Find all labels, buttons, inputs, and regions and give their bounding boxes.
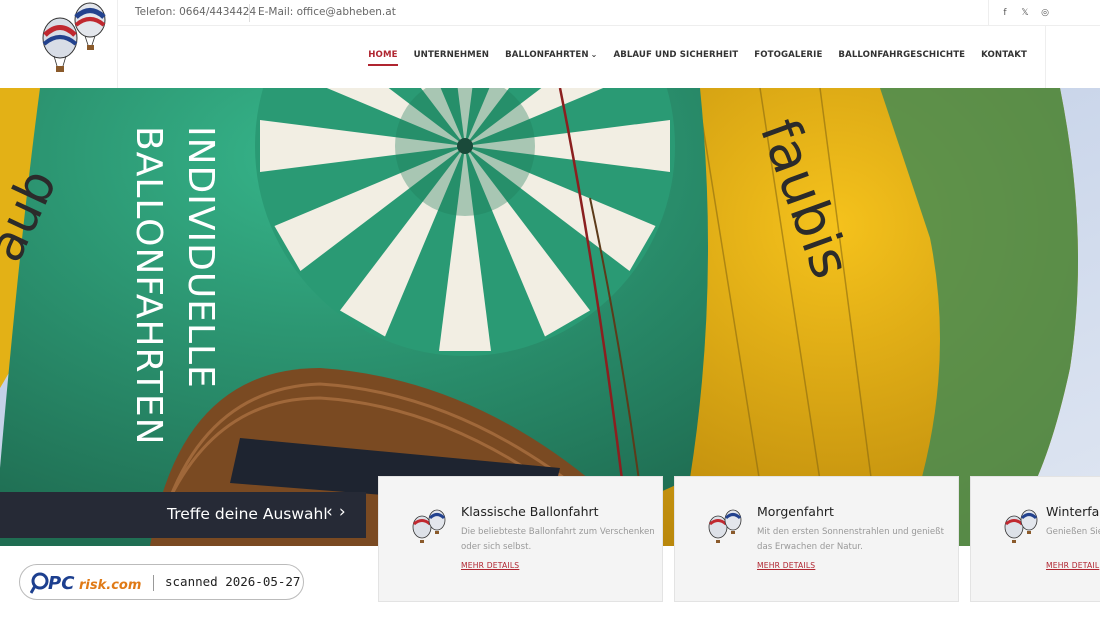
mehr-details-link[interactable]: MEHR DETAILS — [461, 561, 519, 570]
site-header: Telefon: 0664/4434424 E-Mail: office@abh… — [0, 0, 1100, 88]
facebook-icon[interactable]: f — [995, 8, 1015, 18]
instagram-icon[interactable]: ◎ — [1035, 8, 1055, 18]
card-description: Genießen Sie Alpenvorland — [1046, 527, 1100, 537]
card-description: Mit den ersten Sonnenstrahlen und genieß… — [757, 527, 944, 552]
ride-card[interactable]: Morgenfahrt Mit den ersten Sonnenstrahle… — [674, 476, 959, 602]
balloon-icon — [412, 509, 446, 543]
nav-item-kontakt[interactable]: KONTAKT — [981, 50, 1027, 60]
balloon-logo-icon — [42, 2, 106, 72]
next-arrow-icon[interactable]: › — [339, 502, 352, 522]
nav-item-geschichte[interactable]: BALLONFAHRGESCHICHTE — [838, 50, 965, 60]
nav-item-unternehmen[interactable]: UNTERNEHMEN — [414, 50, 490, 60]
choose-bar: Treffe deine Auswahl ‹› — [0, 492, 366, 538]
card-title: Klassische Ballonfahrt — [461, 504, 599, 519]
hero-headline-line-1: INDIVIDUELLE — [180, 126, 221, 389]
top-bar: Telefon: 0664/4434424 E-Mail: office@abh… — [118, 0, 1100, 26]
chevron-down-icon: ⌄ — [590, 50, 598, 59]
phone-link[interactable]: Telefon: 0664/4434424 — [135, 6, 256, 18]
choose-label: Treffe deine Auswahl — [167, 505, 328, 523]
topbar-divider — [249, 4, 250, 22]
nav-item-ballonfahrten[interactable]: BALLONFAHRTEN ⌄ — [505, 50, 597, 60]
balloon-icon — [1004, 509, 1038, 543]
balloon-icon — [708, 509, 742, 543]
page: Telefon: 0664/4434424 E-Mail: office@abh… — [0, 0, 1100, 619]
nav-item-label: BALLONFAHRTEN — [505, 50, 589, 60]
svg-text:risk.com: risk.com — [79, 578, 141, 593]
ride-card[interactable]: Winterfah Genießen Sie Alpenvorland MEHR… — [970, 476, 1100, 602]
slider-arrows: ‹› — [326, 502, 352, 522]
scan-date: scanned 2026-05-27 — [165, 574, 301, 589]
nav-item-ablauf[interactable]: ABLAUF UND SICHERHEIT — [613, 50, 738, 60]
card-title: Winterfah — [1046, 504, 1100, 519]
social-links: f 𝕏 ◎ — [988, 0, 1055, 26]
hero-headline-line-2: BALLONFAHRTEN — [128, 126, 169, 446]
x-icon[interactable]: 𝕏 — [1015, 8, 1035, 18]
pcrisk-logo-icon: PC risk.com — [30, 572, 141, 594]
mehr-details-link[interactable]: MEHR DETAIL — [1046, 561, 1099, 570]
main-nav: HOME UNTERNEHMEN BALLONFAHRTEN ⌄ ABLAUF U… — [118, 26, 1046, 88]
watermark-divider — [153, 575, 154, 591]
nav-item-fotogalerie[interactable]: FOTOGALERIE — [754, 50, 822, 60]
ride-card[interactable]: Klassische Ballonfahrt Die beliebteste B… — [378, 476, 663, 602]
nav-item-home[interactable]: HOME — [368, 50, 398, 66]
mehr-details-link[interactable]: MEHR DETAILS — [757, 561, 815, 570]
card-title: Morgenfahrt — [757, 504, 834, 519]
prev-arrow-icon[interactable]: ‹ — [326, 502, 339, 522]
pcrisk-watermark: PC risk.com scanned 2026-05-27 — [19, 564, 304, 600]
svg-text:PC: PC — [48, 573, 75, 594]
email-link[interactable]: E-Mail: office@abheben.at — [258, 6, 396, 18]
site-logo[interactable] — [30, 0, 118, 88]
card-description: Die beliebteste Ballonfahrt zum Verschen… — [461, 527, 655, 552]
